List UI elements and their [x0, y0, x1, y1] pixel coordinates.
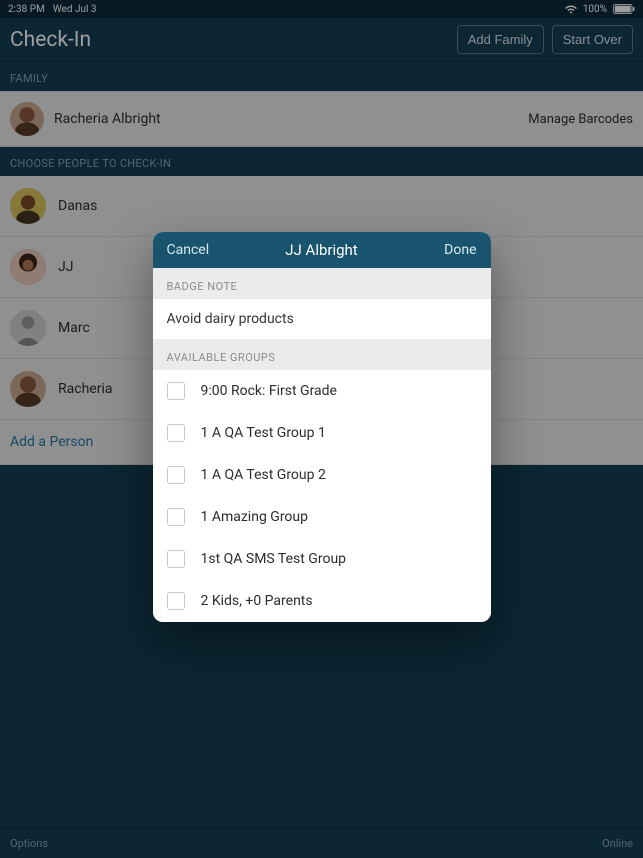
- checkbox-icon[interactable]: [167, 508, 185, 526]
- groups-list: 9:00 Rock: First Grade 1 A QA Test Group…: [153, 370, 491, 622]
- group-label: 9:00 Rock: First Grade: [201, 383, 337, 399]
- group-label: 1 A QA Test Group 1: [201, 425, 326, 441]
- checkbox-icon[interactable]: [167, 382, 185, 400]
- group-row[interactable]: 2 Kids, +0 Parents: [153, 580, 491, 622]
- group-row[interactable]: 1 A QA Test Group 2: [153, 454, 491, 496]
- checkbox-icon[interactable]: [167, 592, 185, 610]
- person-detail-modal: Cancel JJ Albright Done BADGE NOTE Avoid…: [153, 232, 491, 622]
- badge-note-section-label: BADGE NOTE: [153, 268, 491, 299]
- group-label: 1 A QA Test Group 2: [201, 467, 326, 483]
- checkbox-icon[interactable]: [167, 550, 185, 568]
- group-row[interactable]: 1 A QA Test Group 1: [153, 412, 491, 454]
- group-row[interactable]: 1st QA SMS Test Group: [153, 538, 491, 580]
- group-label: 1 Amazing Group: [201, 509, 309, 525]
- checkbox-icon[interactable]: [167, 466, 185, 484]
- available-groups-section-label: AVAILABLE GROUPS: [153, 339, 491, 370]
- badge-note-value[interactable]: Avoid dairy products: [153, 299, 491, 339]
- group-label: 1st QA SMS Test Group: [201, 551, 347, 567]
- group-label: 2 Kids, +0 Parents: [201, 593, 313, 609]
- checkbox-icon[interactable]: [167, 424, 185, 442]
- group-row[interactable]: 9:00 Rock: First Grade: [153, 370, 491, 412]
- done-button[interactable]: Done: [444, 242, 476, 258]
- group-row[interactable]: 1 Amazing Group: [153, 496, 491, 538]
- cancel-button[interactable]: Cancel: [167, 242, 210, 258]
